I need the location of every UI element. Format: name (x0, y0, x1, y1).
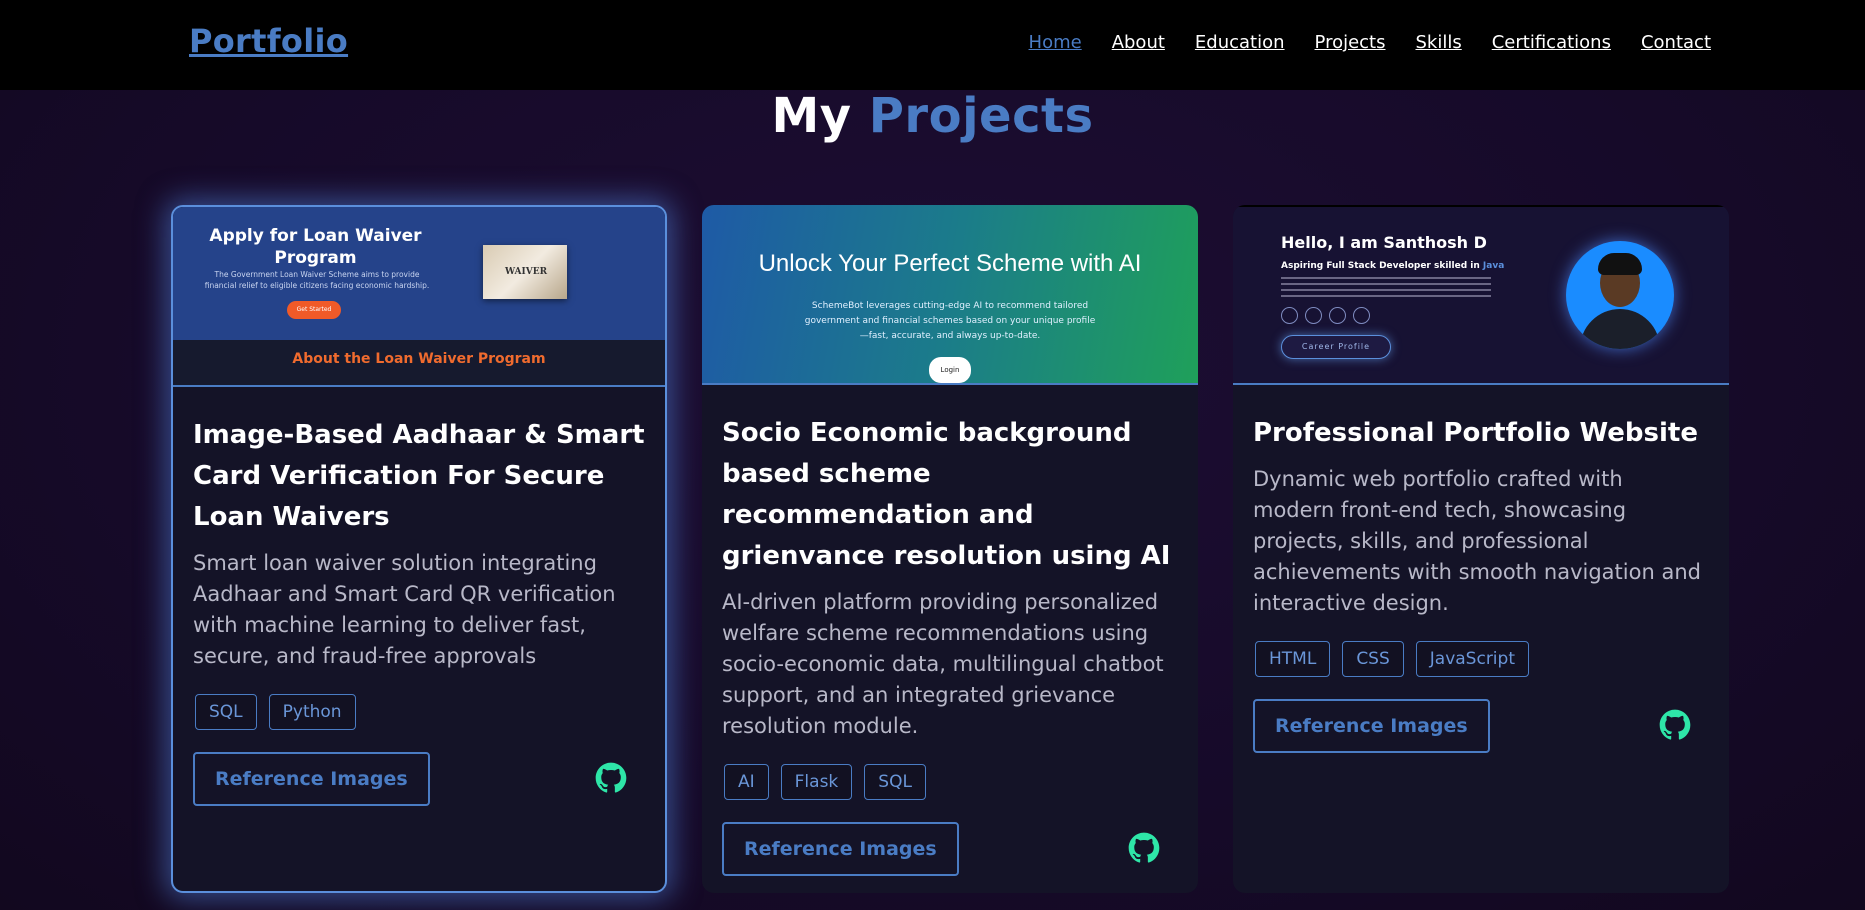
tag: HTML (1255, 641, 1331, 677)
nav-menu: Home About Education Projects Skills Cer… (999, 32, 1711, 53)
project-thumbnail: Apply for Loan Waiver Program The Govern… (173, 207, 665, 387)
thumb-subheading-text: Aspiring Full Stack Developer skilled in (1281, 261, 1480, 271)
tag: Python (268, 694, 356, 730)
nav-link-contact[interactable]: Contact (1641, 32, 1711, 53)
tech-tags: AI Flask SQL (724, 764, 1178, 800)
thumb-skill: Java (1482, 261, 1505, 271)
github-icon[interactable] (1659, 709, 1691, 741)
project-description: Smart loan waiver solution integrating A… (193, 551, 616, 668)
project-title: Socio Economic background based scheme r… (722, 418, 1171, 571)
tag: Flask (780, 764, 853, 800)
nav-link-education[interactable]: Education (1195, 32, 1285, 53)
thumb-text-lines (1281, 277, 1491, 301)
nav-link-about[interactable]: About (1112, 32, 1165, 53)
phone-icon (1353, 307, 1370, 324)
logo-link[interactable]: Portfolio (189, 22, 348, 60)
thumb-heading: Hello, I am Santhosh D (1281, 233, 1487, 252)
tag: AI (724, 764, 769, 800)
tech-tags: SQL Python (195, 694, 645, 730)
reference-images-button[interactable]: Reference Images (722, 822, 959, 876)
github-icon (1305, 307, 1322, 324)
thumb-heading: Apply for Loan Waiver Program (209, 226, 422, 268)
project-thumbnail: Hello, I am Santhosh D Aspiring Full Sta… (1233, 205, 1729, 385)
github-icon[interactable] (595, 762, 627, 794)
tag: JavaScript (1415, 641, 1529, 677)
project-card-loan-waiver[interactable]: Apply for Loan Waiver Program The Govern… (171, 205, 667, 893)
tech-tags: HTML CSS JavaScript (1255, 641, 1709, 677)
project-description: Dynamic web portfolio crafted with moder… (1253, 467, 1701, 615)
thumb-section-title: About the Loan Waiver Program (292, 351, 546, 367)
project-title: Image-Based Aadhaar & Smart Card Verific… (193, 420, 645, 532)
reference-images-button[interactable]: Reference Images (193, 752, 430, 806)
tag: SQL (195, 694, 257, 730)
project-card-portfolio[interactable]: Hello, I am Santhosh D Aspiring Full Sta… (1233, 205, 1729, 893)
avatar (1566, 241, 1674, 349)
tag: SQL (864, 764, 926, 800)
heading-accent: Projects (868, 88, 1094, 144)
thumb-subheading: Aspiring Full Stack Developer skilled in… (1281, 261, 1504, 271)
project-title: Professional Portfolio Website (1253, 418, 1698, 448)
heading-first: My (771, 88, 852, 144)
thumb-button: Login (929, 357, 971, 383)
nav-link-certifications[interactable]: Certifications (1492, 32, 1611, 53)
tag: CSS (1342, 641, 1404, 677)
project-description: AI-driven platform providing personalize… (722, 590, 1164, 738)
github-icon[interactable] (1128, 832, 1160, 864)
section-heading: My Projects (0, 88, 1865, 144)
thumb-heading: Unlock Your Perfect Scheme with AI (758, 250, 1142, 277)
nav-link-home[interactable]: Home (1029, 32, 1082, 53)
top-navbar: Portfolio Home About Education Projects … (0, 0, 1865, 90)
reference-images-button[interactable]: Reference Images (1253, 699, 1490, 753)
project-thumbnail: Unlock Your Perfect Scheme with AI Schem… (702, 205, 1198, 385)
thumb-career-button: Career Profile (1281, 335, 1391, 359)
thumb-text: SchemeBot leverages cutting-edge AI to r… (804, 301, 1096, 341)
nav-link-projects[interactable]: Projects (1315, 32, 1386, 53)
project-card-scheme-recommendation[interactable]: Unlock Your Perfect Scheme with AI Schem… (702, 205, 1198, 893)
thumb-image: WAIVER (483, 245, 567, 299)
nav-link-skills[interactable]: Skills (1416, 32, 1462, 53)
thumb-image-label: WAIVER (505, 267, 548, 277)
thumb-button: Get Started (287, 301, 341, 319)
mail-icon (1329, 307, 1346, 324)
linkedin-icon (1281, 307, 1298, 324)
thumb-text: The Government Loan Waiver Scheme aims t… (204, 270, 430, 290)
